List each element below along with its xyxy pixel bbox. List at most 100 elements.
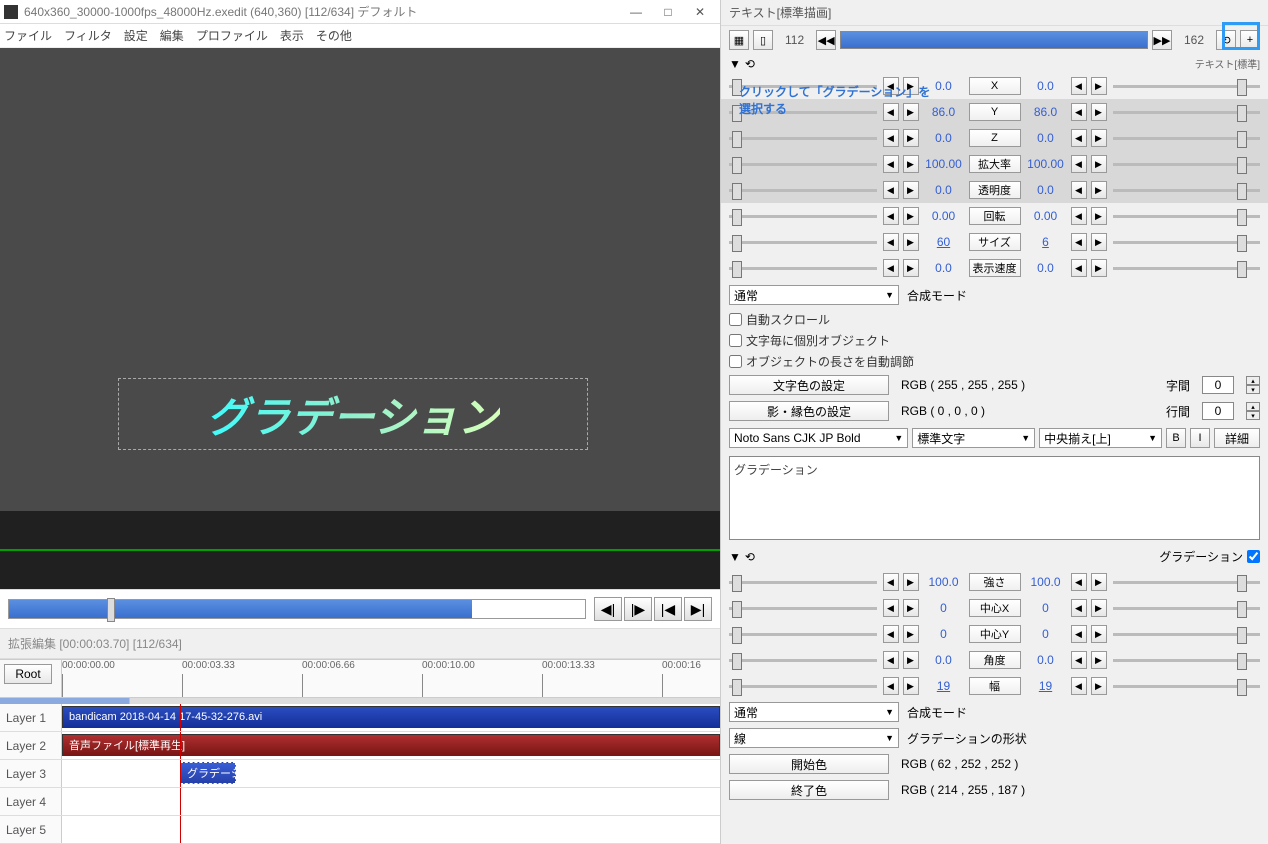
dec-left-button[interactable]: ◀ <box>883 259 899 277</box>
layer-track[interactable]: グラデーシ <box>62 760 720 787</box>
dec-left-button[interactable]: ◀ <box>883 573 899 591</box>
value-right[interactable]: 100.0 <box>1025 575 1067 589</box>
panel-icon-2[interactable]: ▯ <box>753 30 773 50</box>
root-button[interactable]: Root <box>4 664 52 684</box>
slider-left[interactable] <box>729 189 877 192</box>
panel-icon-1[interactable]: ▦ <box>729 30 749 50</box>
grad-shape-select[interactable]: 線▼ <box>729 728 899 748</box>
dec-right-button[interactable]: ◀ <box>1071 599 1087 617</box>
layer-label[interactable]: Layer 5 <box>0 816 62 843</box>
value-right[interactable]: 19 <box>1025 679 1067 693</box>
value-right[interactable]: 0 <box>1025 601 1067 615</box>
inc-left-button[interactable]: ▶ <box>903 599 919 617</box>
inc-left-button[interactable]: ▶ <box>903 625 919 643</box>
inc-left-button[interactable]: ▶ <box>903 155 919 173</box>
value-left[interactable]: 0.0 <box>923 183 965 197</box>
property-label[interactable]: Y <box>969 103 1021 121</box>
text-clip[interactable]: グラデーシ <box>180 762 236 784</box>
panel-icon-3[interactable]: ⟲ <box>1216 30 1236 50</box>
dec-right-button[interactable]: ◀ <box>1071 625 1087 643</box>
slider-left[interactable] <box>729 633 877 636</box>
dec-left-button[interactable]: ◀ <box>883 677 899 695</box>
layer-label[interactable]: Layer 2 <box>0 732 62 759</box>
inc-right-button[interactable]: ▶ <box>1091 259 1107 277</box>
slider-right[interactable] <box>1113 215 1261 218</box>
slider-right[interactable] <box>1113 189 1261 192</box>
bold-button[interactable]: B <box>1166 428 1186 448</box>
char-spacing-up[interactable]: ▴ <box>1246 376 1260 385</box>
alignment-select[interactable]: 中央揃え[上]▼ <box>1039 428 1162 448</box>
slider-right[interactable] <box>1113 137 1261 140</box>
seekbar[interactable] <box>8 599 586 619</box>
slider-right[interactable] <box>1113 163 1261 166</box>
value-left[interactable]: 0.0 <box>923 653 965 667</box>
property-label[interactable]: 中心Y <box>969 625 1021 643</box>
close-button[interactable]: ✕ <box>684 0 716 24</box>
value-right[interactable]: 0 <box>1025 627 1067 641</box>
layer-track[interactable] <box>62 816 720 843</box>
layer-label[interactable]: Layer 1 <box>0 704 62 731</box>
slider-left[interactable] <box>729 241 877 244</box>
inc-left-button[interactable]: ▶ <box>903 677 919 695</box>
slider-right[interactable] <box>1113 267 1261 270</box>
property-label[interactable]: 表示速度 <box>969 259 1021 277</box>
text-color-button[interactable]: 文字色の設定 <box>729 375 889 395</box>
preview-area[interactable]: グラデーション <box>0 48 720 511</box>
inc-right-button[interactable]: ▶ <box>1091 625 1107 643</box>
value-right[interactable]: 0.00 <box>1025 209 1067 223</box>
playhead[interactable] <box>180 788 181 815</box>
value-right[interactable]: 0.0 <box>1025 653 1067 667</box>
dec-right-button[interactable]: ◀ <box>1071 651 1087 669</box>
dec-right-button[interactable]: ◀ <box>1071 573 1087 591</box>
inc-left-button[interactable]: ▶ <box>903 573 919 591</box>
inc-left-button[interactable]: ▶ <box>903 207 919 225</box>
dec-left-button[interactable]: ◀ <box>883 77 899 95</box>
grad-blend-select[interactable]: 通常▼ <box>729 702 899 722</box>
slider-left[interactable] <box>729 607 877 610</box>
minimize-button[interactable]: — <box>620 0 652 24</box>
value-left[interactable]: 0.0 <box>923 131 965 145</box>
property-label[interactable]: X <box>969 77 1021 95</box>
property-label[interactable]: 透明度 <box>969 181 1021 199</box>
line-spacing-up[interactable]: ▴ <box>1246 402 1260 411</box>
property-label[interactable]: 幅 <box>969 677 1021 695</box>
slider-left[interactable] <box>729 111 877 114</box>
blend-mode-select[interactable]: 通常▼ <box>729 285 899 305</box>
inc-left-button[interactable]: ▶ <box>903 77 919 95</box>
inc-right-button[interactable]: ▶ <box>1091 129 1107 147</box>
inc-right-button[interactable]: ▶ <box>1091 181 1107 199</box>
slider-right[interactable] <box>1113 633 1261 636</box>
slider-left[interactable] <box>729 267 877 270</box>
dec-right-button[interactable]: ◀ <box>1071 103 1087 121</box>
playhead[interactable] <box>180 732 181 759</box>
italic-button[interactable]: I <box>1190 428 1210 448</box>
end-color-button[interactable]: 終了色 <box>729 780 889 800</box>
timeline-ruler[interactable]: 00:00:00.0000:00:03.3300:00:06.6600:00:1… <box>62 660 720 697</box>
decoration-select[interactable]: 標準文字▼ <box>912 428 1035 448</box>
dec-left-button[interactable]: ◀ <box>883 103 899 121</box>
text-input[interactable]: グラデーション <box>729 456 1260 540</box>
menu-filter[interactable]: フィルタ <box>64 27 112 44</box>
preview-object-bounds[interactable]: グラデーション <box>118 378 588 450</box>
dec-right-button[interactable]: ◀ <box>1071 155 1087 173</box>
dec-left-button[interactable]: ◀ <box>883 207 899 225</box>
dec-right-button[interactable]: ◀ <box>1071 129 1087 147</box>
slider-left[interactable] <box>729 215 877 218</box>
value-left[interactable]: 0.0 <box>923 261 965 275</box>
value-left[interactable]: 19 <box>923 679 965 693</box>
property-label[interactable]: 拡大率 <box>969 155 1021 173</box>
value-right[interactable]: 0.0 <box>1025 183 1067 197</box>
inc-left-button[interactable]: ▶ <box>903 259 919 277</box>
dec-left-button[interactable]: ◀ <box>883 651 899 669</box>
seek-forward-button[interactable]: ▶▶ <box>1152 30 1172 50</box>
menu-profile[interactable]: プロファイル <box>196 27 268 44</box>
dec-right-button[interactable]: ◀ <box>1071 677 1087 695</box>
inc-right-button[interactable]: ▶ <box>1091 677 1107 695</box>
char-spacing-down[interactable]: ▾ <box>1246 385 1260 394</box>
slider-left[interactable] <box>729 85 877 88</box>
menu-other[interactable]: その他 <box>316 27 352 44</box>
dec-right-button[interactable]: ◀ <box>1071 259 1087 277</box>
property-label[interactable]: Z <box>969 129 1021 147</box>
slider-left[interactable] <box>729 685 877 688</box>
layer-track[interactable]: 音声ファイル[標準再生] <box>62 732 720 759</box>
